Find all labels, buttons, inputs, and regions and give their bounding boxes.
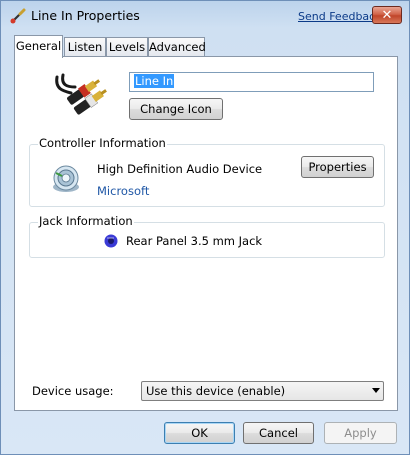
close-icon: ✕ [381, 8, 393, 23]
window-title: Line In Properties [31, 8, 140, 23]
tab-advanced[interactable]: Advanced [148, 37, 206, 56]
device-usage-value: Use this device (enable) [146, 384, 286, 398]
controller-name: High Definition Audio Device [97, 162, 263, 176]
cancel-button[interactable]: Cancel [243, 422, 314, 444]
apply-button[interactable]: Apply [324, 422, 397, 444]
rca-cable-icon [55, 73, 107, 115]
ok-button[interactable]: OK [164, 422, 235, 444]
tab-general[interactable]: General [14, 35, 63, 58]
chevron-down-icon [372, 388, 380, 393]
tab-levels[interactable]: Levels [106, 37, 148, 56]
jack-description: Rear Panel 3.5 mm Jack [126, 234, 263, 248]
change-icon-button[interactable]: Change Icon [129, 98, 223, 120]
general-tab-panel: Line In Change Icon Controller Informati… [14, 56, 398, 411]
jack-color-icon [104, 234, 118, 248]
device-name-value: Line In [134, 74, 175, 88]
audio-cable-icon [10, 8, 26, 24]
controller-information-group: Controller Information High Definition A… [29, 136, 385, 207]
tab-listen[interactable]: Listen [64, 37, 106, 56]
send-feedback-link[interactable]: Send Feedback [298, 10, 382, 23]
jack-group-label: Jack Information [38, 214, 134, 228]
close-button[interactable]: ✕ [372, 6, 402, 24]
controller-group-label: Controller Information [38, 136, 167, 150]
properties-window: Line In Properties Send Feedback ✕ Gener… [0, 0, 410, 455]
audio-device-icon [53, 165, 79, 192]
jack-information-group: Jack Information Rear Panel 3.5 mm Jack [29, 214, 385, 258]
controller-properties-button[interactable]: Properties [301, 156, 374, 178]
device-usage-label: Device usage: [32, 384, 114, 398]
title-bar[interactable]: Line In Properties Send Feedback ✕ [1, 1, 409, 31]
device-name-input[interactable]: Line In [129, 72, 374, 92]
device-usage-select[interactable]: Use this device (enable) [141, 381, 384, 401]
controller-vendor: Microsoft [97, 184, 150, 198]
